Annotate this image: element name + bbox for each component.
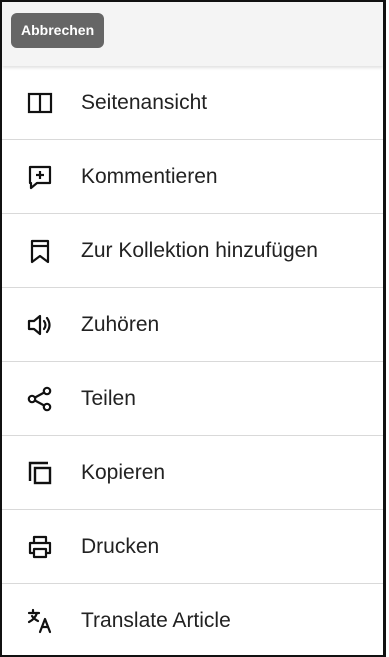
copy-icon <box>27 460 53 486</box>
menu-item-copy[interactable]: Kopieren <box>2 436 383 510</box>
menu-item-label: Translate Article <box>81 608 231 632</box>
menu-item-label: Zur Kollektion hinzufügen <box>81 238 318 262</box>
menu-item-label: Drucken <box>81 534 160 558</box>
menu-item-label: Teilen <box>81 386 136 410</box>
menu-item-label: Kommentieren <box>81 164 218 188</box>
menu-item-page-view[interactable]: Seitenansicht <box>2 66 383 140</box>
menu-item-listen[interactable]: Zuhören <box>2 288 383 362</box>
menu-header: Abbrechen <box>2 2 383 66</box>
split-view-icon <box>27 90 53 116</box>
menu-item-print[interactable]: Drucken <box>2 510 383 584</box>
printer-icon <box>27 534 53 560</box>
speaker-icon <box>27 312 53 338</box>
menu-item-label: Zuhören <box>81 312 160 336</box>
menu-item-add-to-collection[interactable]: Zur Kollektion hinzufügen <box>2 214 383 288</box>
bookmark-icon <box>27 238 53 264</box>
add-comment-icon <box>27 164 53 190</box>
share-icon <box>27 386 53 412</box>
translate-icon <box>27 608 53 634</box>
menu-item-share[interactable]: Teilen <box>2 362 383 436</box>
action-menu: Seitenansicht Kommentieren Zur Kollektio… <box>2 66 383 657</box>
menu-item-translate[interactable]: Translate Article <box>2 584 383 657</box>
cancel-button[interactable]: Abbrechen <box>11 13 105 48</box>
menu-item-comment[interactable]: Kommentieren <box>2 140 383 214</box>
menu-item-label: Kopieren <box>81 460 166 484</box>
menu-item-label: Seitenansicht <box>81 90 208 114</box>
